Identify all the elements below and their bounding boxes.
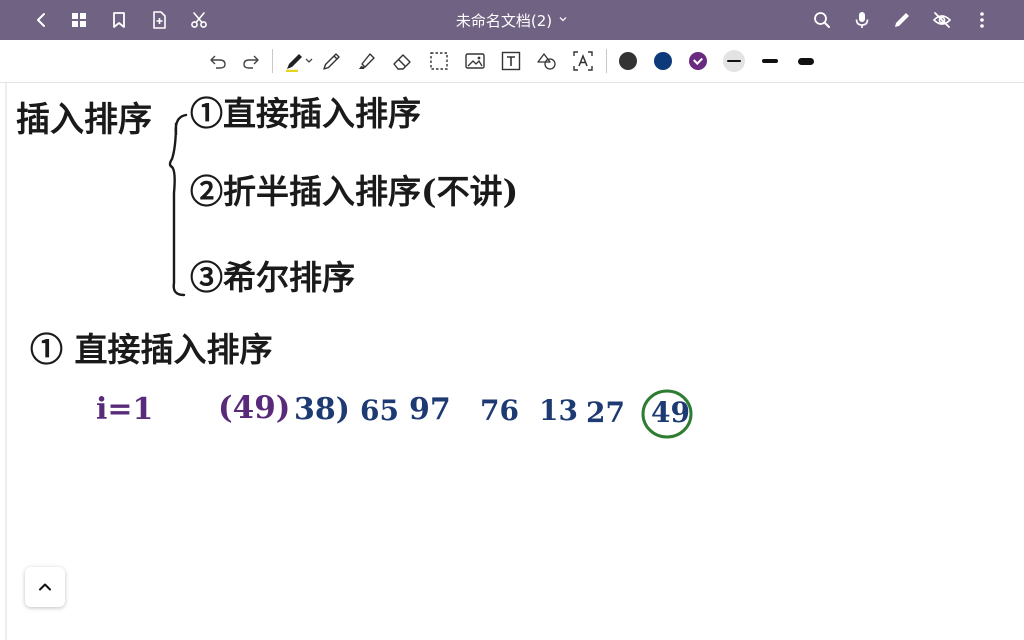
document-title[interactable]: 未命名文档(2)	[412, 0, 612, 40]
eye-off-icon[interactable]	[931, 9, 953, 31]
chevron-up-icon	[39, 583, 51, 591]
text-icon[interactable]	[499, 49, 523, 73]
pen-tool-icon[interactable]	[284, 49, 316, 73]
note-item-2: ②折半插入排序(不讲)	[190, 172, 519, 211]
sequence-item-4: 97	[409, 392, 451, 427]
toolbar-divider	[272, 49, 273, 73]
drawing-toolbar	[0, 40, 1024, 83]
eraser-icon[interactable]	[390, 49, 414, 73]
size-option-thick[interactable]	[794, 52, 818, 70]
redo-icon[interactable]	[239, 49, 263, 73]
chevron-down-icon	[558, 14, 568, 27]
sequence-item-7: 27	[586, 396, 625, 429]
scissors-icon[interactable]	[188, 9, 210, 31]
scroll-to-top-button[interactable]	[25, 567, 65, 607]
section-title: ① 直接插入排序	[30, 330, 273, 369]
document-title-text: 未命名文档(2)	[455, 11, 553, 30]
size-option-medium[interactable]	[758, 52, 782, 70]
title-bar: 未命名文档(2)	[0, 0, 1024, 40]
color-swatch-dark-gray[interactable]	[619, 52, 637, 70]
pencil-icon[interactable]	[320, 49, 344, 73]
search-icon[interactable]	[811, 9, 833, 31]
grid-icon[interactable]	[68, 9, 90, 31]
pen-icon[interactable]	[891, 9, 913, 31]
size-option-thin[interactable]	[723, 50, 745, 72]
color-swatch-navy[interactable]	[654, 52, 672, 70]
note-item-1: ①直接插入排序	[190, 94, 421, 133]
add-page-icon[interactable]	[148, 9, 170, 31]
index-label: i=1	[96, 392, 154, 427]
microphone-icon[interactable]	[851, 9, 873, 31]
highlighter-icon[interactable]	[354, 49, 378, 73]
toolbar-divider	[606, 49, 607, 73]
back-icon[interactable]	[30, 9, 52, 31]
note-item-3: ③希尔排序	[190, 258, 355, 297]
more-vertical-icon[interactable]	[971, 9, 993, 31]
ocr-text-icon[interactable]	[571, 49, 595, 73]
sequence-item-5: 76	[480, 394, 519, 427]
image-icon[interactable]	[463, 49, 487, 73]
lasso-select-icon[interactable]	[427, 49, 451, 73]
note-heading: 插入排序	[16, 100, 152, 140]
sequence-item-1: (49)	[218, 390, 291, 426]
sequence-item-8: 49	[651, 396, 690, 429]
curly-brace-stroke	[168, 113, 188, 297]
sequence-item-2: 38)	[294, 392, 350, 427]
bookmark-icon[interactable]	[108, 9, 130, 31]
sequence-item-6: 13	[539, 394, 578, 427]
color-swatch-purple[interactable]	[689, 52, 707, 70]
sequence-item-3: 65	[360, 394, 399, 427]
undo-icon[interactable]	[206, 49, 230, 73]
note-canvas[interactable]: 插入排序 ①直接插入排序 ②折半插入排序(不讲) ③希尔排序 ① 直接插入排序 …	[0, 83, 1024, 640]
shapes-icon[interactable]	[535, 49, 559, 73]
